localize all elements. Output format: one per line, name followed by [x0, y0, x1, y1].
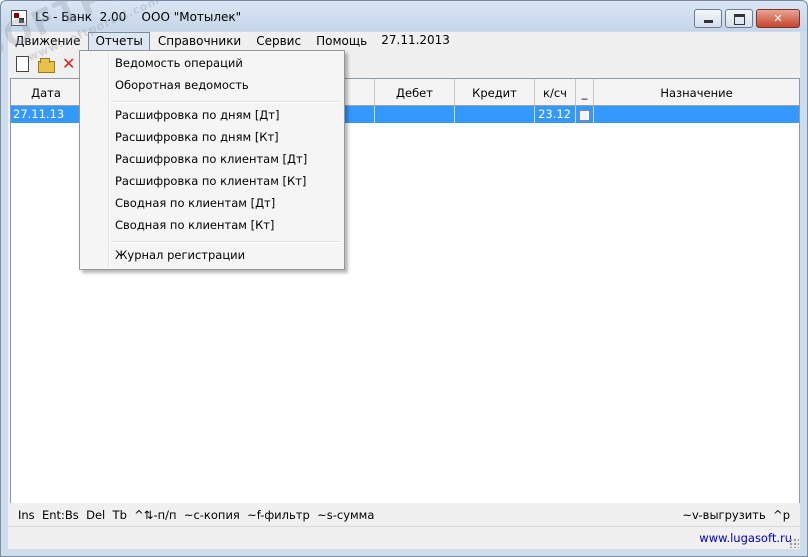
cell-date[interactable]: 27.11.13 — [13, 106, 82, 123]
open-folder-icon[interactable] — [38, 56, 55, 73]
menu-item-svodnaya-klienty-kt[interactable]: Сводная по клиентам [Кт] — [82, 215, 342, 236]
menu-servis[interactable]: Сервис — [249, 32, 308, 51]
window-title: LS - Банк 2.00 ООО "Мотылек" — [35, 10, 242, 24]
title-bar[interactable]: LS - Банк 2.00 ООО "Мотылек" — [1, 1, 807, 31]
website-link[interactable]: www.lugasoft.ru — [699, 531, 792, 545]
column-header-kredit[interactable]: Кредит — [455, 79, 535, 105]
menu-bar: Движение Отчеты Справочники Сервис Помощ… — [8, 32, 800, 51]
menu-item-rasshifrovka-dni-dt[interactable]: Расшифровка по дням [Дт] — [82, 105, 342, 126]
close-button[interactable] — [756, 9, 800, 28]
menu-otchety[interactable]: Отчеты — [88, 32, 150, 51]
menu-item-label: Расшифровка по дням [Дт] — [115, 108, 280, 122]
menu-item-label: Сводная по клиентам [Дт] — [115, 196, 276, 210]
menu-item-label: Расшифровка по клиентам [Кт] — [115, 174, 307, 188]
menu-item-label: Сводная по клиентам [Кт] — [115, 218, 275, 232]
column-header-debet[interactable]: Дебет — [375, 79, 455, 105]
menu-separator — [111, 101, 340, 103]
menu-spravochniki[interactable]: Справочники — [151, 32, 248, 51]
column-header-kscht[interactable]: к/сч — [535, 79, 576, 105]
column-header-flag[interactable]: _ — [576, 79, 594, 105]
menu-item-rasshifrovka-klienty-dt[interactable]: Расшифровка по клиентам [Дт] — [82, 149, 342, 170]
cell-kredit[interactable] — [455, 106, 535, 123]
cell-debet[interactable] — [375, 106, 455, 123]
menu-item-label: Расшифровка по клиентам [Дт] — [115, 152, 308, 166]
menu-item-vedomost-operaciy[interactable]: Ведомость операций — [82, 53, 342, 74]
new-document-icon[interactable] — [14, 56, 30, 72]
shortcut-hints: Ins Ent:Bs Del Tb ^⇅-п/п ~c-копия ~f-фил… — [8, 503, 800, 525]
maximize-button[interactable] — [725, 9, 753, 28]
menu-pomoshch[interactable]: Помощь — [309, 32, 374, 51]
menu-item-label: Ведомость операций — [115, 56, 243, 70]
menu-item-svodnaya-klienty-dt[interactable]: Сводная по клиентам [Дт] — [82, 193, 342, 214]
menu-dvizhenie[interactable]: Движение — [8, 32, 87, 51]
menu-date: 27.11.2013 — [381, 33, 450, 47]
row-checkbox[interactable] — [579, 110, 590, 121]
menu-item-zhurnal-registracii[interactable]: Журнал регистрации — [82, 245, 342, 266]
reports-dropdown-menu: Ведомость операций Оборотная ведомость Р… — [79, 50, 345, 270]
menu-item-rasshifrovka-klienty-kt[interactable]: Расшифровка по клиентам [Кт] — [82, 171, 342, 192]
column-header-date[interactable]: Дата — [11, 79, 82, 105]
menu-separator — [111, 241, 340, 243]
menu-item-oborotnaya-vedomost[interactable]: Оборотная ведомость — [82, 75, 342, 96]
hints-left: Ins Ent:Bs Del Tb ^⇅-п/п ~c-копия ~f-фил… — [18, 508, 375, 522]
delete-icon[interactable]: ✕ — [62, 56, 78, 72]
hints-right: ~v-выгрузить ^p — [682, 508, 790, 522]
app-icon[interactable] — [11, 10, 27, 26]
menu-item-label: Оборотная ведомость — [115, 78, 249, 92]
menu-item-label: Расшифровка по дням [Кт] — [115, 130, 279, 144]
menu-item-rasshifrovka-dni-kt[interactable]: Расшифровка по дням [Кт] — [82, 127, 342, 148]
cell-naznachenie[interactable] — [594, 106, 799, 123]
caption-buttons — [691, 9, 800, 28]
column-header-naznachenie[interactable]: Назначение — [594, 79, 799, 105]
status-bar: www.lugasoft.ru — [8, 526, 800, 549]
cell-flag[interactable] — [576, 106, 594, 123]
menu-item-label: Журнал регистрации — [115, 248, 246, 262]
resize-grip[interactable] — [789, 538, 799, 548]
app-window: LS - Банк 2.00 ООО "Мотылек" Движение От… — [0, 0, 808, 557]
minimize-button[interactable] — [694, 9, 722, 28]
cell-kscht[interactable]: 23.12 — [535, 106, 576, 123]
